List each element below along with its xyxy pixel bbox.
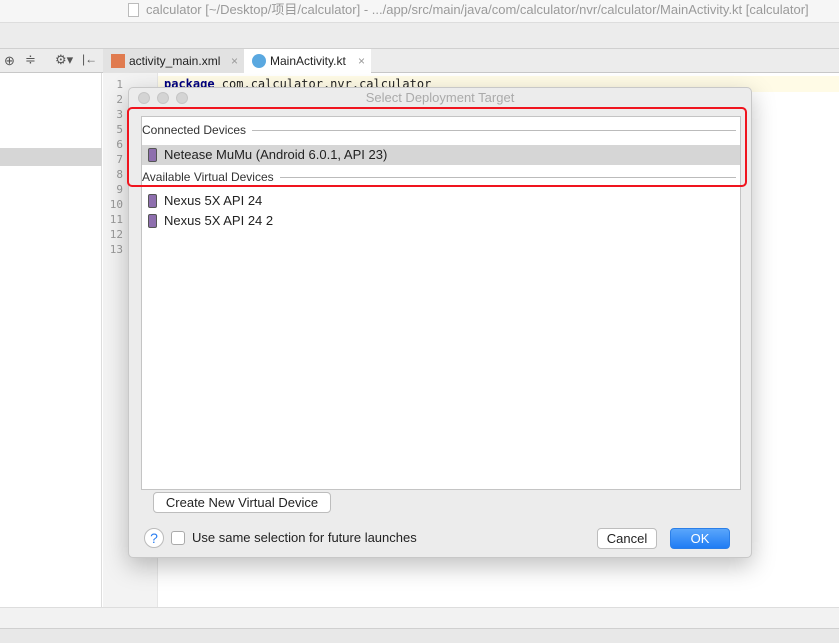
header-label: Connected Devices	[142, 123, 247, 137]
line-number: 9	[116, 183, 123, 196]
toolbar	[0, 22, 839, 48]
dialog-title: Select Deployment Target	[365, 90, 515, 105]
divider	[279, 176, 736, 178]
close-tab-icon[interactable]: ×	[231, 49, 238, 73]
device-item-netease-mumu[interactable]: Netease MuMu (Android 6.0.1, API 23)	[142, 145, 740, 165]
device-label: Nexus 5X API 24	[164, 193, 263, 208]
tab-label: MainActivity.kt	[270, 54, 346, 68]
line-number: 5	[116, 123, 123, 136]
device-item-nexus-5x-api-24-2[interactable]: Nexus 5X API 24 2	[142, 211, 740, 231]
header-label: Available Virtual Devices	[142, 170, 274, 184]
line-number: 6	[116, 138, 123, 151]
line-number: 11	[109, 213, 123, 226]
phone-icon	[148, 214, 157, 228]
help-button[interactable]: ?	[144, 528, 164, 548]
close-tab-icon[interactable]: ×	[358, 49, 365, 73]
hide-panel-icon[interactable]: |←	[82, 52, 97, 66]
same-selection-checkbox[interactable]	[171, 531, 185, 545]
xml-file-icon	[111, 54, 125, 68]
device-label: Netease MuMu (Android 6.0.1, API 23)	[164, 147, 388, 162]
kotlin-class-icon	[252, 54, 266, 68]
cancel-button[interactable]: Cancel	[597, 528, 657, 549]
tab-main-activity-kt[interactable]: MainActivity.kt ×	[244, 49, 371, 74]
device-list: Connected Devices Netease MuMu (Android …	[141, 116, 741, 490]
line-number: 1	[116, 78, 123, 91]
project-panel	[0, 73, 102, 607]
line-number: 10	[109, 198, 123, 211]
status-bar	[0, 628, 839, 643]
ok-button[interactable]: OK	[670, 528, 730, 549]
select-deployment-target-dialog: Select Deployment Target Connected Devic…	[128, 87, 752, 558]
locate-icon[interactable]: ⊕	[4, 53, 15, 69]
device-item-nexus-5x-api-24[interactable]: Nexus 5X API 24	[142, 191, 740, 211]
tab-activity-main-xml[interactable]: activity_main.xml ×	[103, 49, 244, 73]
selected-tree-item[interactable]	[0, 148, 102, 166]
phone-icon	[148, 148, 157, 162]
tool-window-bar	[0, 607, 839, 628]
line-number: 7	[116, 153, 123, 166]
device-label: Nexus 5X API 24 2	[164, 213, 274, 228]
same-selection-label[interactable]: Use same selection for future launches	[192, 530, 417, 545]
collapse-icon[interactable]: ≑	[25, 52, 36, 68]
editor-tab-bar: ⊕ ≑ ⚙▾ |← activity_main.xml × MainActivit…	[0, 48, 839, 74]
available-virtual-devices-header: Available Virtual Devices	[142, 170, 736, 184]
line-number: 13	[109, 243, 123, 256]
line-number: 8	[116, 168, 123, 181]
create-new-virtual-device-button[interactable]: Create New Virtual Device	[153, 492, 331, 513]
divider	[252, 129, 736, 131]
window-title-bar: calculator [~/Desktop/项目/calculator] - .…	[0, 0, 839, 22]
line-number: 12	[109, 228, 123, 241]
document-icon	[128, 3, 139, 17]
line-number: 3	[116, 108, 123, 121]
tab-label: activity_main.xml	[129, 54, 221, 68]
window-title: calculator [~/Desktop/项目/calculator] - .…	[146, 2, 809, 17]
line-number: 2	[116, 93, 123, 106]
phone-icon	[148, 194, 157, 208]
gear-icon[interactable]: ⚙▾	[55, 52, 73, 68]
connected-devices-header: Connected Devices	[142, 123, 736, 137]
